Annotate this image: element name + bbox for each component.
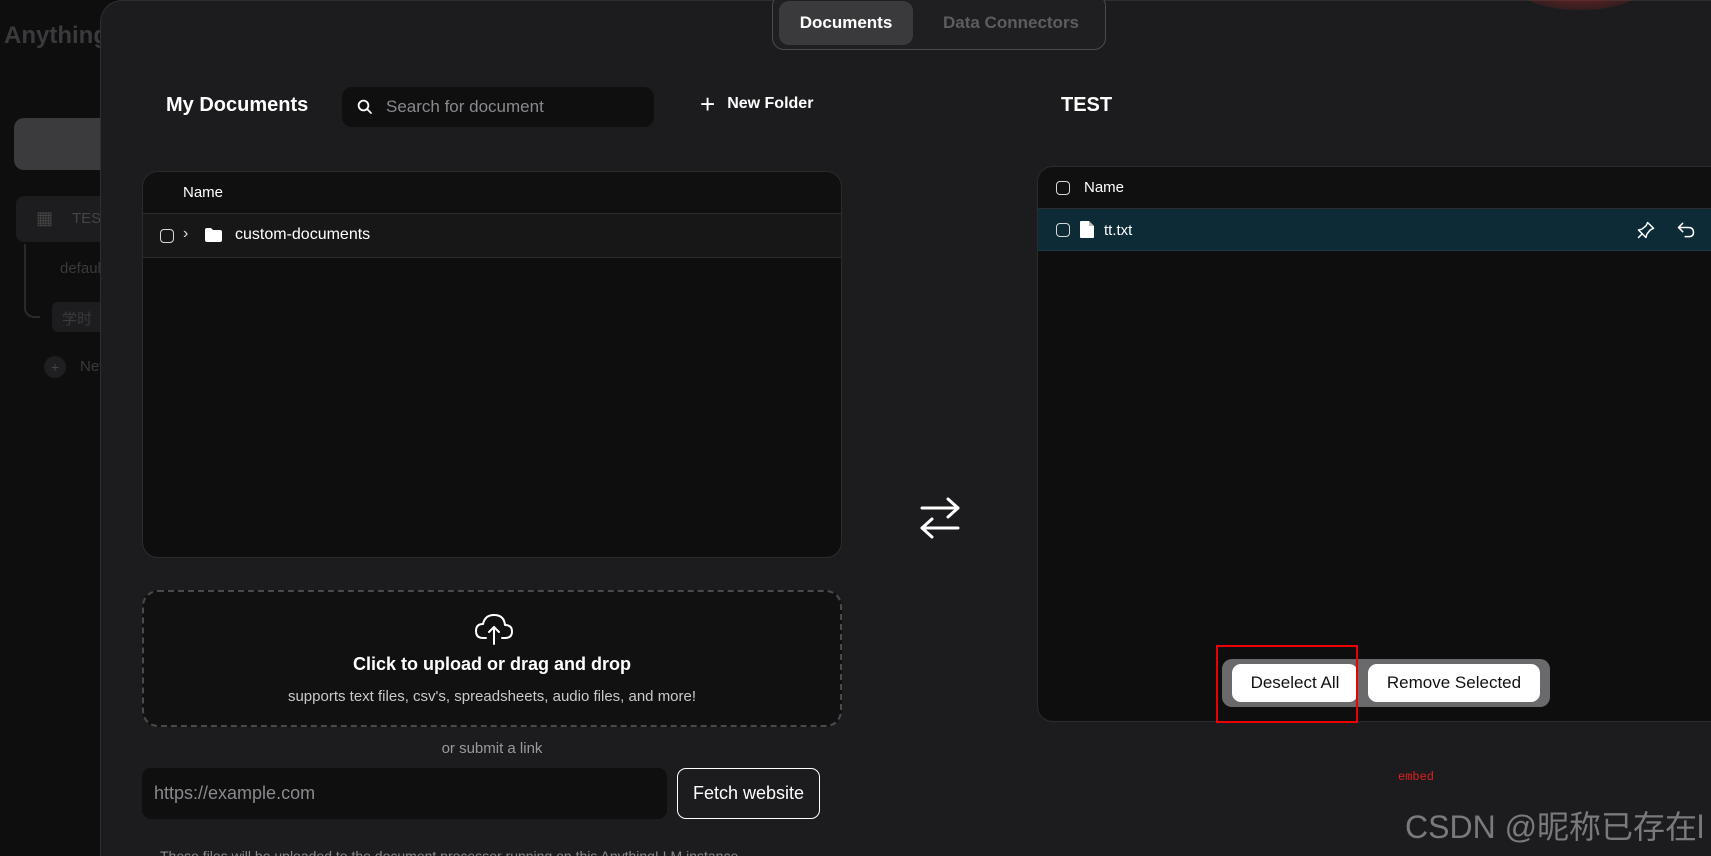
workspace-title: TEST [1061,94,1113,116]
folder-icon [205,228,222,242]
table-row[interactable]: tt.txt [1038,209,1711,251]
plus-icon: + [44,356,66,378]
table-header: Name [143,172,841,214]
remove-selected-button[interactable]: Remove Selected [1368,664,1540,702]
upload-subtitle: supports text files, csv's, spreadsheets… [287,688,697,705]
thread-default: default [60,260,106,277]
tab-data-connectors[interactable]: Data Connectors [923,1,1099,45]
pin-icon[interactable] [1636,220,1656,240]
workspace-documents-panel: Name tt.txt [1037,166,1711,722]
new-folder-label: New Folder [727,95,814,112]
new-folder-button[interactable]: + New Folder [700,89,814,119]
row-checkbox[interactable] [160,229,174,243]
cloud-upload-icon [475,614,513,645]
tab-bar: Documents Data Connectors [772,0,1106,50]
folder-name: custom-documents [235,226,371,243]
or-submit-link-label: or submit a link [441,740,543,757]
swap-arrows-icon[interactable] [918,496,962,540]
search-icon [357,99,372,114]
background-sidebar: AnythingLLM ▦ TEST default 学时 + New [0,0,157,856]
row-checkbox[interactable] [1056,223,1070,237]
my-documents-panel: Name › custom-documents [142,171,842,558]
grid-icon: ▦ [36,208,54,228]
column-name: Name [1084,179,1125,196]
table-header: Name [1038,167,1711,209]
undo-icon[interactable] [1676,220,1696,240]
search-box [342,87,654,127]
chevron-right-icon[interactable]: › [183,225,188,243]
embed-annotation: embed [1398,770,1435,784]
search-input[interactable] [386,87,646,127]
select-all-checkbox[interactable] [1056,181,1070,195]
upload-dropzone[interactable]: Click to upload or drag and drop support… [142,590,842,727]
upload-footnote: These files will be uploaded to the docu… [160,848,743,856]
csdn-watermark: CSDN @昵称已存在l [1405,809,1705,845]
column-name: Name [183,184,224,201]
fetch-website-button[interactable]: Fetch website [677,768,820,819]
table-row[interactable]: › custom-documents [143,214,841,258]
highlight-box [1216,645,1358,723]
plus-icon: + [700,89,716,119]
tab-documents[interactable]: Documents [779,1,913,45]
url-input[interactable] [142,768,667,819]
thread-tree-line [24,244,40,318]
file-name: tt.txt [1104,222,1133,239]
upload-title: Click to upload or drag and drop [352,654,631,674]
my-documents-title: My Documents [166,94,309,116]
file-icon [1080,221,1094,238]
